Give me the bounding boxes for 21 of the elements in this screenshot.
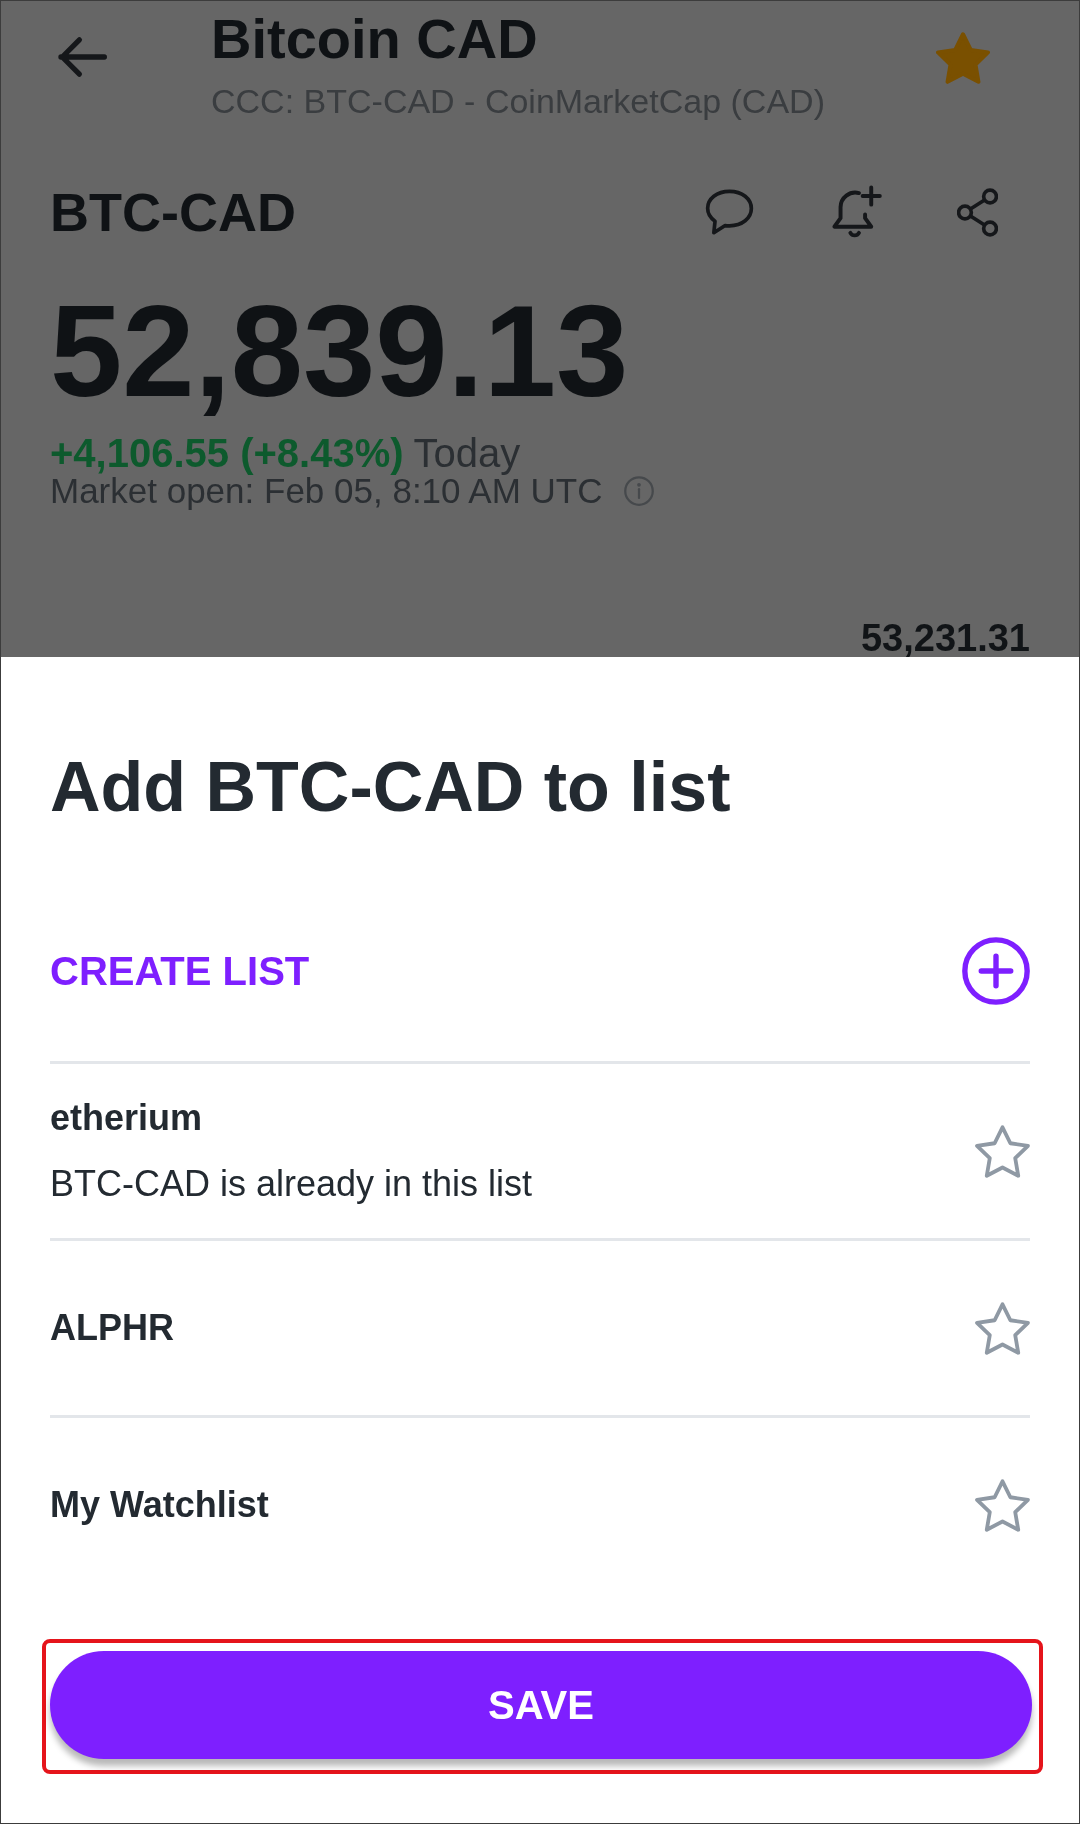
back-arrow-icon[interactable]	[57, 34, 107, 80]
plus-circle-icon[interactable]	[962, 937, 1030, 1005]
price-value: 52,839.13	[50, 286, 630, 416]
star-outline-icon[interactable]	[975, 1301, 1030, 1355]
page-title: Bitcoin CAD	[211, 11, 539, 67]
star-outline-icon[interactable]	[975, 1124, 1030, 1178]
list-name[interactable]: etherium	[50, 1100, 533, 1136]
change-period: Today	[413, 433, 521, 473]
sheet-title: Add BTC-CAD to list	[50, 752, 732, 822]
star-outline-icon[interactable]	[975, 1478, 1030, 1532]
list-name[interactable]: ALPHR	[50, 1310, 174, 1346]
save-button[interactable]: SAVE	[50, 1651, 1032, 1759]
bell-plus-icon[interactable]	[830, 185, 883, 239]
list-note: BTC-CAD is already in this list	[50, 1166, 533, 1202]
create-list-button[interactable]: CREATE LIST	[50, 921, 1030, 1021]
chart-high-label: 53,231.31	[860, 619, 1030, 657]
star-icon[interactable]	[936, 32, 990, 84]
ticker-symbol: BTC-CAD	[50, 185, 296, 239]
share-icon[interactable]	[957, 186, 998, 238]
price-change: +4,106.55 (+8.43%)	[50, 433, 404, 473]
list-name[interactable]: My Watchlist	[50, 1487, 269, 1523]
